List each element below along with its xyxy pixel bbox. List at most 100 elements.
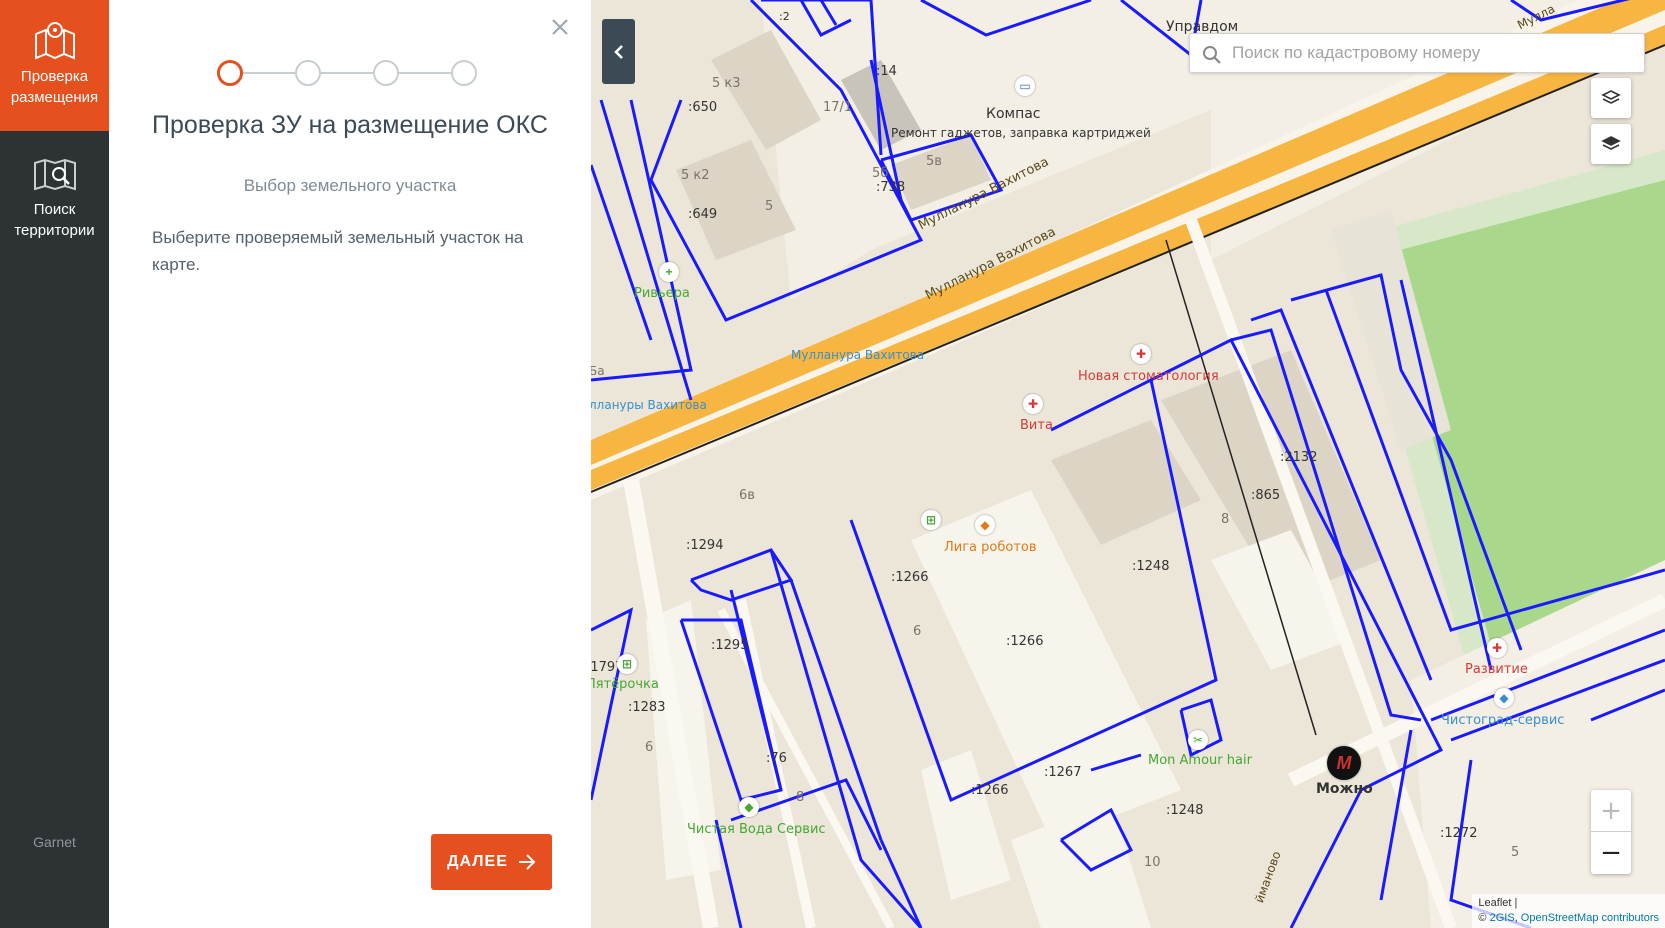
building-number: 5 — [765, 199, 774, 214]
transit-stop-label: ллануры Вахитова — [591, 398, 707, 412]
layers-button-secondary[interactable] — [1591, 124, 1631, 164]
building-number: 8 — [1221, 512, 1230, 527]
cart-icon[interactable]: ⊞ — [921, 510, 941, 530]
zoom-control: + − — [1591, 790, 1631, 874]
parcel-label: :2132 — [1280, 450, 1318, 465]
poi-label[interactable]: Лига роботов — [944, 540, 1037, 555]
close-icon — [552, 19, 568, 35]
poi-label[interactable]: Вита — [1020, 418, 1053, 433]
parcel-label: :1266 — [1006, 634, 1044, 649]
page-title: Проверка ЗУ на размещение ОКС — [152, 111, 548, 139]
step-3 — [373, 60, 399, 86]
building-number: 5 к2 — [681, 168, 710, 183]
next-button[interactable]: ДАЛЕЕ — [431, 834, 552, 890]
cart-icon[interactable]: ⊞ — [617, 654, 637, 674]
map-pin-icon — [34, 22, 75, 60]
scissors-icon[interactable]: ✂ — [1188, 730, 1208, 750]
cadastral-search[interactable] — [1189, 33, 1645, 73]
wizard-panel: Проверка ЗУ на размещение ОКС Выбор земе… — [109, 0, 591, 928]
rail-item-territory-search[interactable]: Поиск территории — [0, 131, 109, 261]
rail-item-placement-check[interactable]: Проверка размещения — [0, 0, 109, 131]
poi-label[interactable]: Развитие — [1465, 662, 1528, 677]
parcel-label: :865 — [1251, 488, 1281, 503]
step-4 — [451, 60, 477, 86]
parcel-label: :1272 — [1440, 826, 1478, 841]
parcel-label: :1267 — [1044, 765, 1082, 780]
building-number: 17/1 — [823, 100, 853, 115]
building-number: 6 — [645, 740, 654, 755]
parcel-label: :1248 — [1132, 559, 1170, 574]
parcel-label: :14 — [876, 64, 897, 79]
brand-logo: Garnet — [33, 834, 76, 850]
poi-label: Ремонт гаджетов, заправка картриджей — [891, 126, 1151, 140]
clinic-icon[interactable]: ✚ — [1487, 638, 1507, 658]
building-number: 5 к3 — [712, 76, 741, 91]
provider-link[interactable]: 2GIS — [1490, 912, 1515, 924]
rail-item-label: Проверка размещения — [10, 68, 99, 106]
collapse-panel-button[interactable] — [602, 19, 635, 84]
osm-link[interactable]: OpenStreetMap — [1521, 912, 1599, 924]
clinic-icon[interactable]: ✚ — [1131, 344, 1151, 364]
parcel-label: :1248 — [1166, 803, 1204, 818]
step-2 — [295, 60, 321, 86]
diamond-icon[interactable]: ◆ — [1494, 688, 1514, 708]
parcel-label: :1283 — [628, 700, 666, 715]
poi-label[interactable]: Чистая Вода Сервис — [687, 822, 826, 837]
plus-icon[interactable]: + — [659, 262, 679, 282]
parcel-label: :2 — [779, 10, 790, 23]
poi-label: Ба — [591, 364, 605, 378]
close-button[interactable] — [549, 16, 571, 38]
parcel-label: :76 — [766, 751, 787, 766]
layers-icon — [1601, 136, 1621, 150]
parcel-label: :1266 — [971, 783, 1009, 798]
poi-label[interactable]: Можно — [1316, 781, 1373, 797]
building-number: 10 — [1144, 855, 1161, 870]
next-button-label: ДАЛЕЕ — [447, 853, 508, 870]
step-indicator — [217, 58, 487, 88]
poi-label[interactable]: Пятёрочка — [591, 677, 659, 692]
rail-item-label: Поиск территории — [14, 201, 95, 239]
map-view[interactable]: :2 :14 :650 :649 :738 :1294 :1295 :1797 … — [591, 0, 1665, 928]
map-search-icon — [33, 158, 76, 191]
clinic-icon[interactable]: ✚ — [1023, 394, 1043, 414]
parcel-label: :1295 — [711, 638, 749, 653]
building-number: 5б — [872, 166, 889, 181]
instruction-text: Выберите проверяемый земельный участок н… — [152, 228, 524, 274]
step-1 — [217, 60, 243, 86]
step-connector — [321, 72, 373, 74]
poi-label[interactable]: Новая стоматология — [1078, 369, 1219, 384]
zoom-in-button[interactable]: + — [1591, 790, 1631, 832]
brand-logo-icon[interactable]: M — [1327, 746, 1361, 780]
parcel-label: :1294 — [686, 538, 724, 553]
layers-button[interactable] — [1591, 78, 1631, 118]
step-connector — [243, 72, 295, 74]
diamond-icon[interactable]: ◆ — [739, 797, 759, 817]
building-number: 8 — [796, 790, 805, 805]
poi-label[interactable]: Mon Amour hair — [1148, 753, 1252, 768]
map-attribution: Leaflet | © 2GIS, OpenStreetMap contribu… — [1472, 894, 1665, 928]
search-icon — [1203, 46, 1221, 64]
transit-stop-label: Мулланура Вахитова — [791, 348, 925, 362]
app-root: Проверка размещения Поиск территории Garne… — [0, 0, 1665, 928]
poi-label[interactable]: Компас — [986, 106, 1041, 122]
layers-icon — [1601, 90, 1621, 104]
zoom-out-button[interactable]: − — [1591, 832, 1631, 874]
parcel-label: :650 — [688, 100, 718, 115]
poi-label[interactable]: Ривьера — [634, 286, 690, 301]
parcel-label: :738 — [876, 180, 906, 195]
arrow-right-icon — [518, 854, 536, 870]
search-input[interactable] — [1232, 38, 1632, 68]
parcel-label: :1266 — [891, 570, 929, 585]
chevron-left-icon — [613, 44, 623, 59]
page-subtitle: Выбор земельного участка — [243, 176, 457, 195]
building-number: 6в — [739, 488, 755, 503]
building-number: 5 — [1511, 845, 1520, 860]
diamond-icon[interactable]: ◆ — [975, 515, 995, 535]
poi-label[interactable]: Чистоград-сервис — [1441, 713, 1564, 728]
laptop-icon[interactable]: ▭ — [1015, 76, 1035, 96]
leaflet-link[interactable]: Leaflet — [1478, 897, 1511, 909]
step-connector — [399, 72, 451, 74]
parcel-label: :649 — [688, 207, 718, 222]
building-number: 5в — [926, 154, 942, 169]
left-rail: Проверка размещения Поиск территории Garne… — [0, 0, 109, 928]
